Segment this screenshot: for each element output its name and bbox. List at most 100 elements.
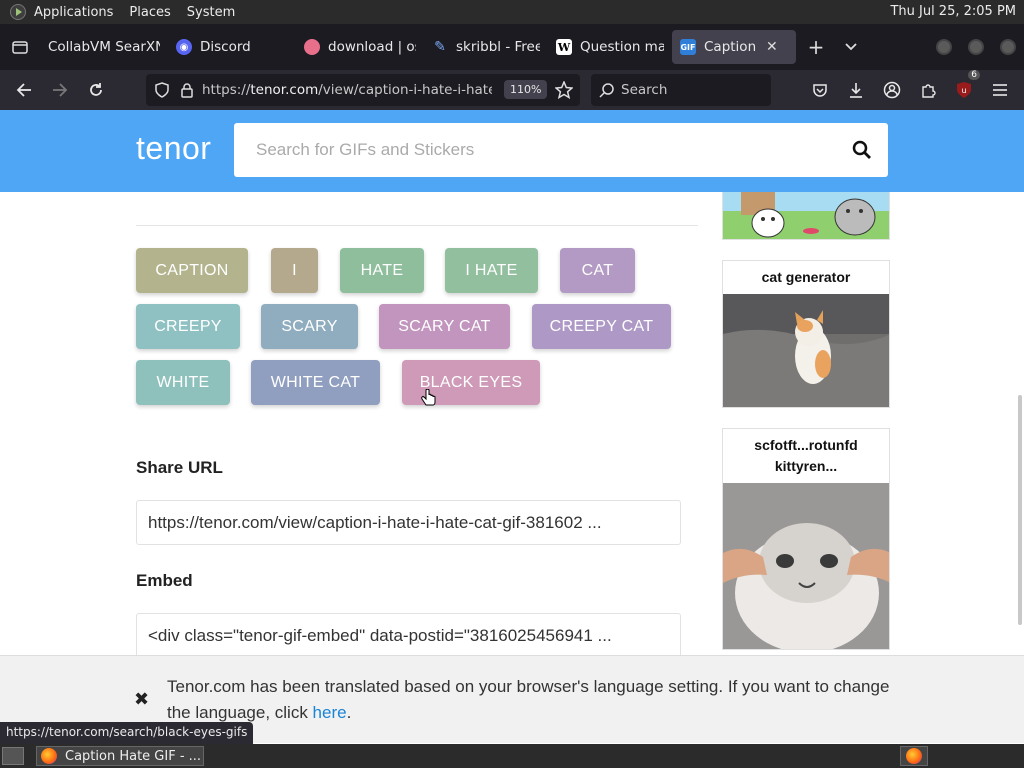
puzzle-icon — [922, 84, 936, 98]
menu-button[interactable] — [982, 72, 1018, 108]
tab-title: Discord — [200, 39, 251, 55]
tab-title: skribbl - Free — [456, 39, 540, 55]
zoom-level-button[interactable]: 110% — [504, 80, 548, 99]
tag-button-scary[interactable]: SCARY — [261, 304, 358, 349]
notice-end: . — [346, 703, 352, 722]
tag-button-caption[interactable]: CAPTION — [136, 248, 248, 293]
wikipedia-icon: W — [556, 39, 572, 55]
account-icon — [883, 81, 901, 99]
places-menu[interactable]: Places — [129, 5, 170, 20]
shield-icon[interactable] — [154, 82, 170, 98]
download-icon — [850, 83, 862, 98]
url-path: /view/caption-i-hate-i-hate- — [318, 82, 492, 98]
tenor-logo[interactable]: tenor — [136, 130, 211, 167]
toolbar-buttons: u 6 — [802, 70, 1018, 108]
tray-firefox-button[interactable] — [900, 746, 928, 766]
tag-button-white[interactable]: WHITE — [136, 360, 230, 405]
taskbar-window-firefox[interactable]: Caption Hate GIF - ... — [36, 746, 204, 766]
system-menu[interactable]: System — [187, 5, 235, 20]
tenor-search-box[interactable] — [234, 123, 888, 177]
tab-overview-icon — [12, 41, 28, 54]
page-viewport: CAPTION I HATE I HATE CAT CREEPY SCARY SCARY CA… — [0, 110, 1024, 743]
tag-button-cat[interactable]: CAT — [560, 248, 635, 293]
tab-caption-hate[interactable]: GIF Caption Hate ✕ — [672, 30, 796, 64]
tag-button-creepy-cat[interactable]: CREEPY CAT — [532, 304, 671, 349]
firefox-tray-icon — [906, 748, 922, 764]
applications-logo-icon[interactable] — [10, 4, 26, 20]
tab-title: download | os — [328, 39, 416, 55]
tab-download[interactable]: download | os — [296, 24, 424, 70]
show-desktop-button[interactable] — [2, 747, 24, 765]
tab-skribbl[interactable]: ✎ skribbl - Free — [424, 24, 548, 70]
close-window-button[interactable] — [1000, 39, 1016, 55]
pocket-icon — [813, 84, 827, 97]
related-gif-card-kitten[interactable]: scfotft...rotunfd kittyren... — [722, 428, 890, 650]
reload-button[interactable] — [78, 72, 114, 108]
gif-caption: scfotft...rotunfd kittyren... — [754, 437, 858, 474]
forward-arrow-icon — [53, 83, 68, 97]
hand-cursor-icon — [421, 389, 436, 406]
kitten-face-thumbnail — [723, 483, 889, 649]
downloads-button[interactable] — [838, 72, 874, 108]
applications-menu[interactable]: Applications — [34, 5, 113, 20]
tenor-header: tenor — [0, 110, 1024, 192]
link-status-url: https://tenor.com/search/black-eyes-gifs — [0, 722, 254, 744]
discord-icon: ◉ — [176, 39, 192, 55]
account-button[interactable] — [874, 72, 910, 108]
gif-caption: cat generator — [761, 269, 851, 285]
change-language-link[interactable]: here — [313, 703, 347, 722]
tab-title: Question mar — [580, 39, 664, 55]
lock-icon[interactable] — [180, 82, 194, 98]
tab-title: Caption Hate — [704, 39, 758, 55]
url-text[interactable]: https://tenor.com/view/caption-i-hate-i-… — [202, 82, 492, 98]
tenor-search-input[interactable] — [256, 140, 816, 160]
related-gif-card-cat-generator[interactable]: cat generator — [722, 260, 890, 408]
taskbar-window-title: Caption Hate GIF - ... — [65, 748, 202, 764]
embed-code-field[interactable]: <div class="tenor-gif-embed" data-postid… — [136, 613, 681, 658]
section-divider — [136, 225, 698, 226]
search-bar[interactable]: Search — [591, 74, 771, 106]
address-bar[interactable]: https://tenor.com/view/caption-i-hate-i-… — [146, 74, 580, 106]
notice-message: Tenor.com has been translated based on y… — [167, 674, 907, 726]
share-url-field[interactable]: https://tenor.com/view/caption-i-hate-i-… — [136, 500, 681, 545]
tab-title: CollabVM SearXNG — [48, 39, 160, 55]
forward-button[interactable] — [42, 72, 78, 108]
minimize-button[interactable] — [936, 39, 952, 55]
bottom-taskbar: Caption Hate GIF - ... — [0, 744, 1024, 768]
close-notice-icon[interactable]: ✖ — [134, 689, 149, 710]
close-tab-icon[interactable]: ✕ — [766, 39, 778, 55]
ublock-button[interactable]: u 6 — [946, 70, 982, 108]
bookmark-star-icon[interactable] — [555, 81, 573, 99]
tab-collabvm[interactable]: CollabVM SearXNG — [40, 24, 168, 70]
hamburger-menu-icon — [993, 84, 1007, 96]
url-scheme: https:// — [202, 82, 251, 98]
list-all-tabs-button[interactable] — [836, 40, 866, 54]
tab-discord[interactable]: ◉ Discord — [168, 24, 296, 70]
pencil-icon: ✎ — [434, 39, 446, 55]
chevron-down-icon — [845, 43, 857, 51]
extensions-button[interactable] — [910, 72, 946, 108]
ublock-shield-icon: u — [957, 82, 971, 98]
embed-heading: Embed — [136, 571, 193, 590]
tag-button-white-cat[interactable]: WHITE CAT — [251, 360, 380, 405]
ublock-count-badge: 6 — [968, 70, 980, 80]
tag-button-creepy[interactable]: CREEPY — [136, 304, 240, 349]
tab-wikipedia[interactable]: W Question mar — [548, 24, 672, 70]
search-icon[interactable] — [852, 140, 872, 160]
new-tab-button[interactable]: + — [796, 35, 836, 59]
cat-on-couch-thumbnail — [723, 294, 889, 407]
maximize-button[interactable] — [968, 39, 984, 55]
tag-button-i[interactable]: I — [271, 248, 318, 293]
tab-overview-button[interactable] — [0, 24, 40, 70]
tag-button-hate[interactable]: HATE — [340, 248, 424, 293]
tag-button-i-hate[interactable]: I HATE — [445, 248, 538, 293]
pocket-button[interactable] — [802, 72, 838, 108]
back-button[interactable] — [6, 72, 42, 108]
firefox-icon — [41, 748, 57, 764]
back-arrow-icon — [16, 83, 31, 97]
page-scrollbar[interactable] — [1018, 395, 1022, 625]
clock[interactable]: Thu Jul 25, 2:05 PM — [890, 4, 1016, 19]
tag-button-scary-cat[interactable]: SCARY CAT — [379, 304, 510, 349]
gif-icon: GIF — [680, 39, 696, 55]
share-url-heading: Share URL — [136, 458, 223, 477]
